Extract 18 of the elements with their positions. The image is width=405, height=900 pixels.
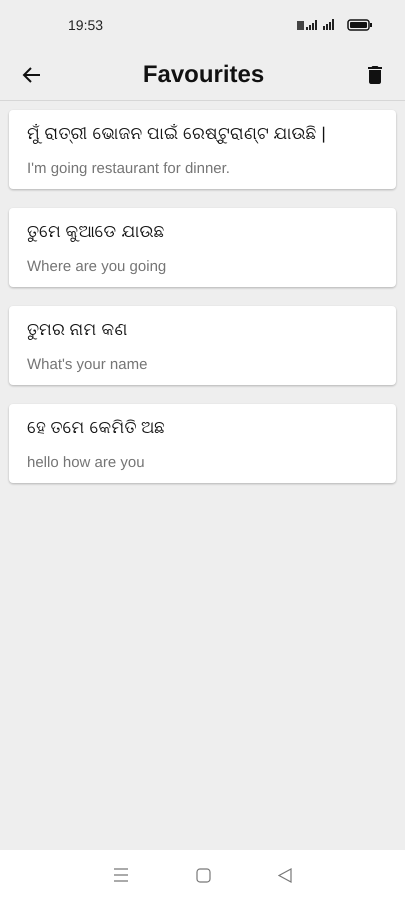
english-translation: hello how are you	[27, 454, 146, 471]
battery-icon	[347, 19, 373, 31]
english-translation: What's your name	[27, 356, 148, 373]
odia-phrase: ତୁମେ କୁଆଡେ ଯାଉଛ	[27, 221, 166, 244]
phrase-card[interactable]: ତୁମେ କୁଆଡେ ଯାଉଛ Where are you going	[9, 208, 396, 287]
odia-phrase: ମୁଁ ରାତ୍ରୀ ଭୋଜନ ପାଇଁ ରେଷ୍ଟୁରାଣ୍ଟ ଯାଉଛି |	[27, 122, 327, 146]
phrase-card[interactable]: ତୁମର ନାମ କଣ What's your name	[9, 306, 396, 385]
status-time: 19:53	[68, 17, 104, 33]
english-translation: Where are you going	[27, 258, 168, 275]
back-nav-icon[interactable]	[278, 868, 292, 882]
phrase-card[interactable]: ହେ ତମେ କେମିତି ଅଛ hello how are you	[9, 404, 396, 483]
phrase-card[interactable]: ମୁଁ ରାତ୍ରୀ ଭୋଜନ ପାଇଁ ରେଷ୍ଟୁରାଣ୍ଟ ଯାଉଛି | I'm going restaurant for dinner.	[9, 110, 396, 189]
odia-phrase: ହେ ତମେ କେମିତି ଅଛ	[27, 417, 166, 439]
home-icon[interactable]	[196, 868, 211, 882]
menu-icon[interactable]	[113, 868, 130, 882]
odia-phrase: ତୁମର ନାମ କଣ	[27, 319, 128, 342]
screen-title: Favourites	[142, 61, 264, 89]
english-translation: I'm going restaurant for dinner.	[27, 160, 231, 177]
